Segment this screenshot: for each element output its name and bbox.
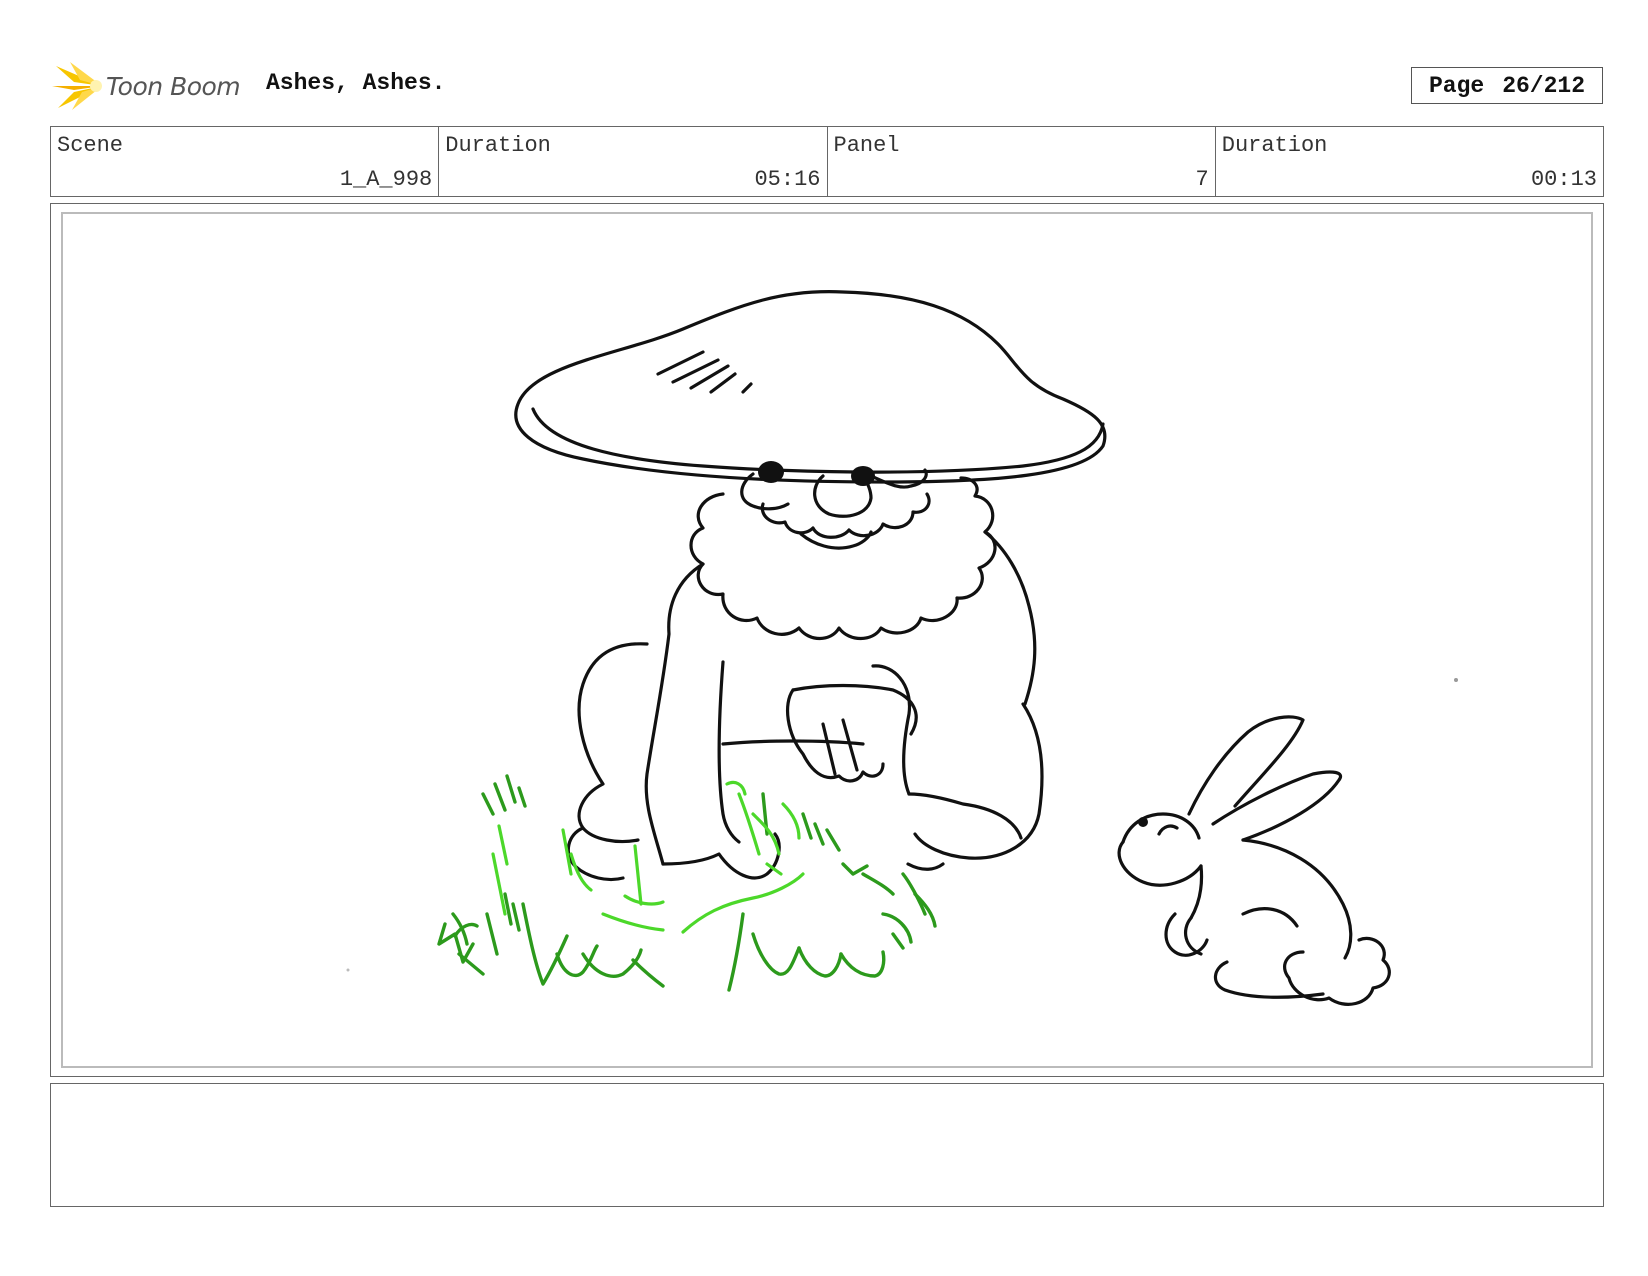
grass-sketch [437, 774, 937, 992]
panel-sketch [346, 290, 1458, 1006]
toon-boom-logo: Toon Boom [52, 60, 241, 112]
scene-duration-value: 05:16 [754, 167, 821, 192]
page-number: 26/212 [1502, 72, 1586, 99]
page-indicator: Page 26/212 [1411, 67, 1603, 104]
panel-duration-label: Duration [1221, 133, 1328, 158]
rabbit-sketch [1117, 715, 1391, 1006]
scene-label: Scene [57, 133, 124, 158]
project-title: Ashes, Ashes. [266, 70, 446, 96]
panel-drawing-area [61, 212, 1593, 1068]
panel-duration-cell: Duration 00:13 [1216, 127, 1603, 196]
panel-cell: Panel 7 [828, 127, 1216, 196]
logo-text: Toon Boom [106, 71, 241, 101]
panel-notes-box [50, 1083, 1604, 1207]
scene-duration-label: Duration [445, 133, 551, 158]
mushroom-cap-sketch [514, 290, 1107, 484]
panel-value: 7 [1195, 167, 1209, 192]
scene-value: 1_A_998 [339, 167, 433, 192]
gnome-body-sketch [566, 530, 1044, 882]
scene-duration-cell: Duration 05:16 [439, 127, 828, 196]
panel-duration-value: 00:13 [1530, 167, 1597, 192]
storyboard-panel-frame [50, 203, 1604, 1077]
gnome-face-sketch [689, 468, 997, 641]
panel-label: Panel [833, 133, 900, 158]
page-label: Page [1428, 72, 1485, 99]
scene-cell: Scene 1_A_998 [51, 127, 440, 196]
logo-burst-icon [52, 62, 102, 110]
panel-info-bar: Scene 1_A_998 Duration 05:16 Panel 7 Dur… [50, 126, 1604, 197]
